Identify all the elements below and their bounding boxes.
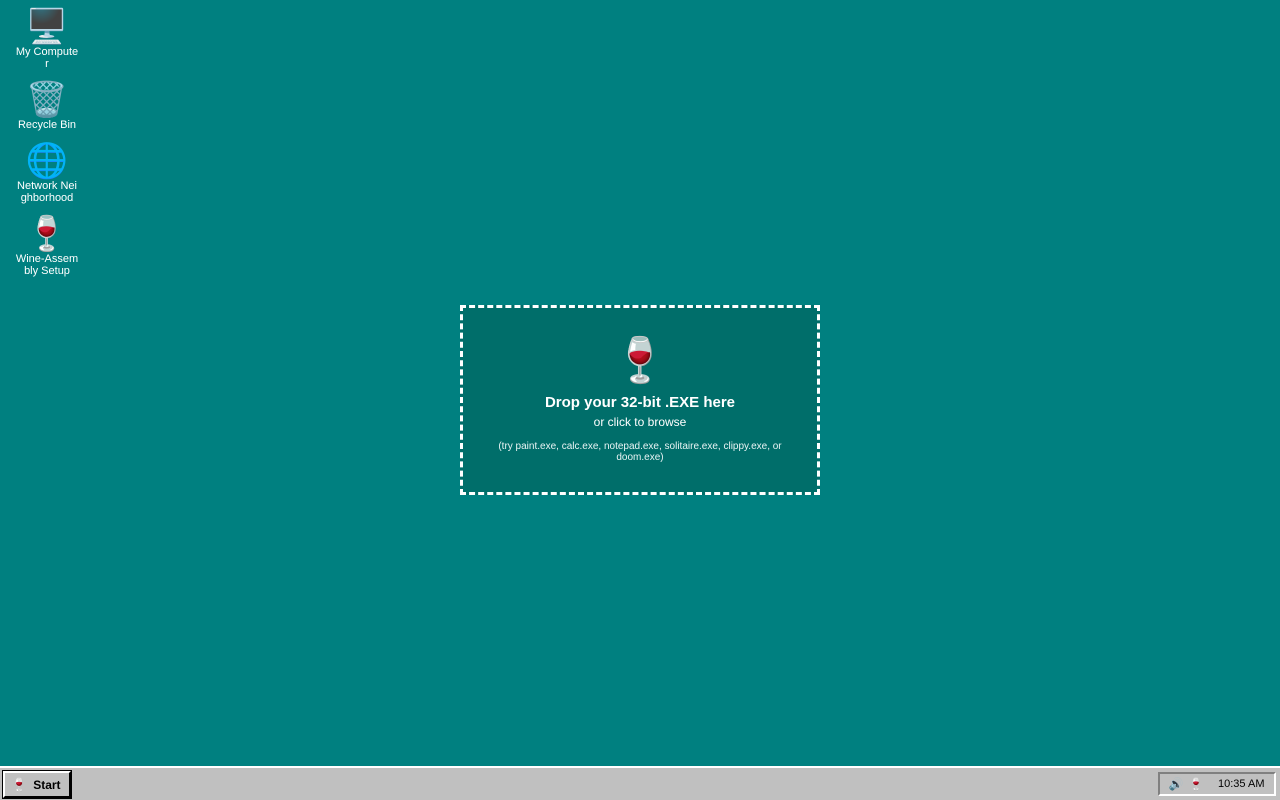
drop-zone-title: Drop your 32-bit .EXE here (544, 394, 736, 411)
desktop-icon-label: My Computer (15, 46, 79, 70)
desktop-icon-label: Recycle Bin (17, 119, 77, 131)
wine-glass-icon: 🍷 (11, 776, 28, 792)
desktop-icon-wine-assembly-setup[interactable]: 🍷 Wine-Assembly Setup (12, 215, 82, 277)
recycle-bin-icon: 🗑️ (25, 81, 69, 119)
drop-zone-hint: (try paint.exe, calc.exe, notepad.exe, s… (498, 441, 782, 463)
taskbar: 🍷 Start 🔊 🍷 10:35 AM (0, 766, 1280, 800)
wine-glass-icon[interactable]: 🍷 (1186, 777, 1206, 791)
start-button-label: Start (33, 777, 61, 792)
desktop: 🖥️ My Computer 🗑️ Recycle Bin 🌐 Network … (0, 0, 1280, 766)
exe-drop-zone[interactable]: 🍷 Drop your 32-bit .EXE here or click to… (460, 305, 820, 495)
desktop-icon-network-neighborhood[interactable]: 🌐 Network Neighborhood (12, 142, 82, 204)
desktop-icon-recycle-bin[interactable]: 🗑️ Recycle Bin (12, 81, 82, 131)
clock[interactable]: 10:35 AM (1218, 778, 1264, 790)
computer-icon: 🖥️ (25, 8, 69, 46)
drop-zone-subtitle: or click to browse (593, 415, 687, 429)
desktop-icons: 🖥️ My Computer 🗑️ Recycle Bin 🌐 Network … (12, 8, 82, 288)
globe-icon: 🌐 (25, 142, 69, 180)
speaker-icon[interactable]: 🔊 (1166, 777, 1186, 791)
start-button[interactable]: 🍷 Start (2, 770, 72, 799)
desktop-icon-my-computer[interactable]: 🖥️ My Computer (12, 8, 82, 70)
wine-glass-icon: 🍷 (612, 336, 668, 385)
desktop-icon-label: Wine-Assembly Setup (15, 253, 79, 277)
wine-glass-icon: 🍷 (25, 215, 69, 253)
system-tray: 🔊 🍷 10:35 AM (1158, 772, 1276, 796)
desktop-icon-label: Network Neighborhood (17, 180, 77, 204)
